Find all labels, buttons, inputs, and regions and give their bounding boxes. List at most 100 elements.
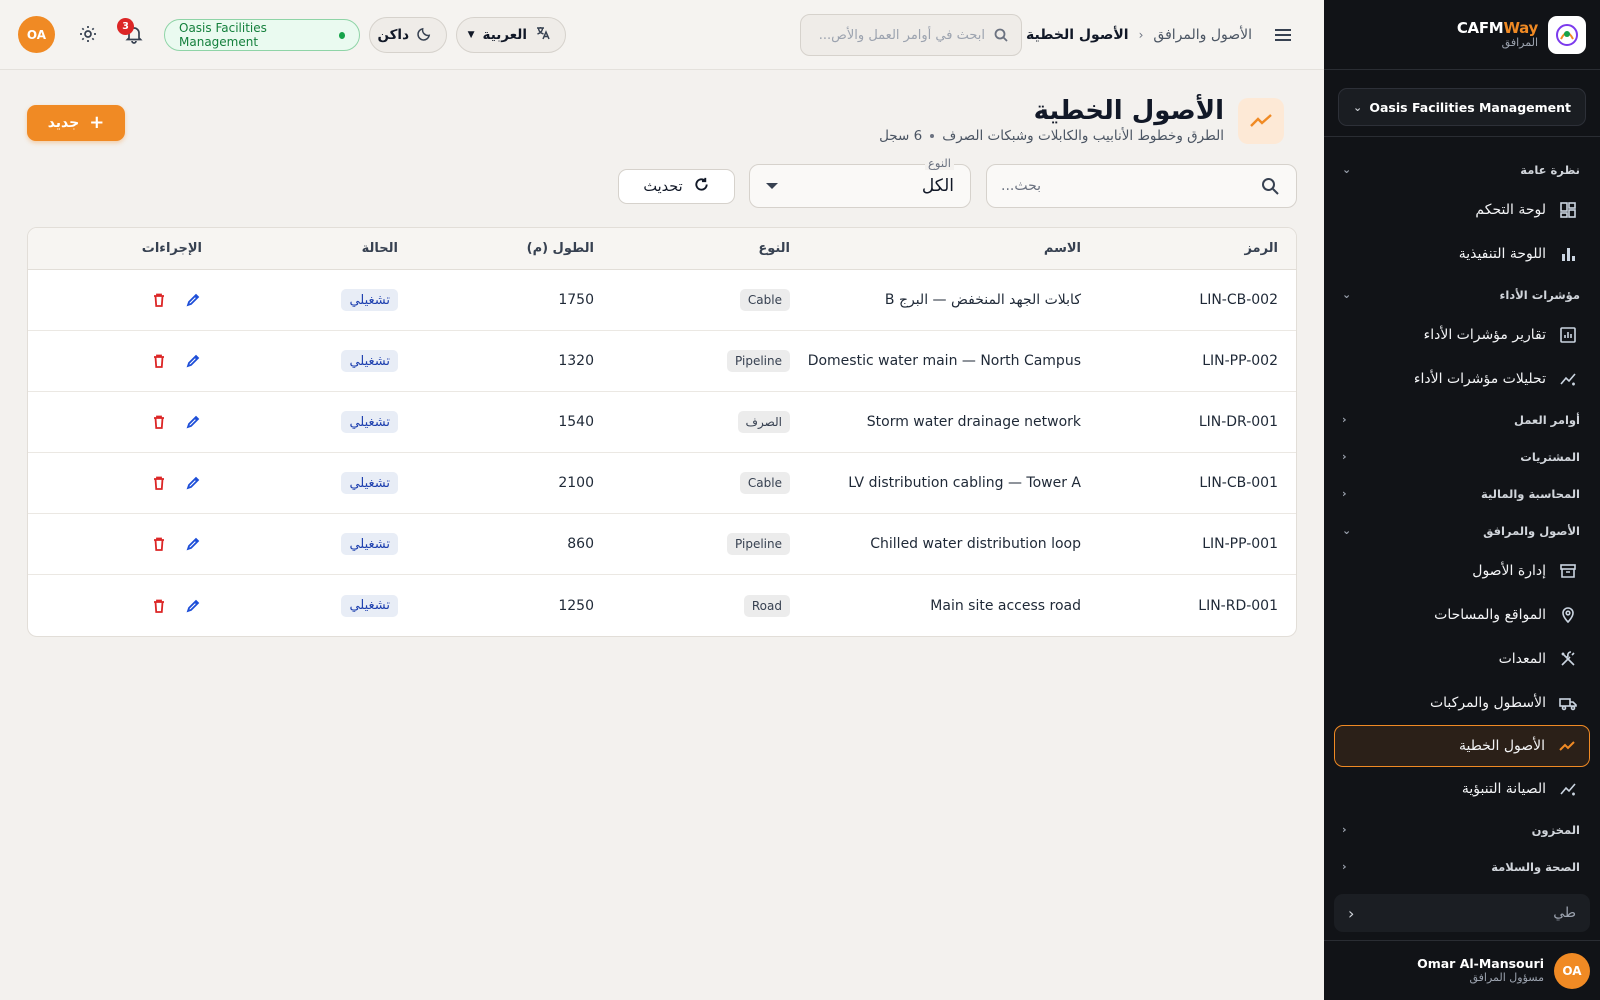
delete-icon[interactable] xyxy=(150,597,168,615)
section-inventory[interactable]: المخزون ‹ xyxy=(1324,811,1600,848)
table-body: LIN-CB-002 كابلات الجهد المنخفض — البرج … xyxy=(28,270,1296,636)
new-button[interactable]: + جديد xyxy=(27,105,125,141)
column-header-code[interactable]: الرمز xyxy=(1244,228,1278,269)
theme-toggle[interactable]: داكن xyxy=(369,17,447,53)
org-badge-label: Oasis Facilities Management xyxy=(179,21,267,49)
sidebar-item-kpi-analytics[interactable]: تحليلات مؤشرات الأداء xyxy=(1324,357,1600,401)
brand[interactable]: CAFMWay المرافق xyxy=(1324,0,1600,70)
page-subtitle: الطرق وخطوط الأنابيب والكابلات وشبكات ال… xyxy=(879,128,1224,144)
table-row[interactable]: LIN-PP-002 Domestic water main — North C… xyxy=(28,331,1296,392)
chevron-left-icon: ‹ xyxy=(1348,903,1355,923)
delete-icon[interactable] xyxy=(150,291,168,309)
edit-icon[interactable] xyxy=(184,413,202,431)
archive-icon xyxy=(1558,561,1578,581)
type-chip: Cable xyxy=(739,472,790,494)
column-header-type[interactable]: النوع xyxy=(758,228,790,269)
cell-code: LIN-PP-002 xyxy=(1202,353,1278,369)
sidebar-item-equipment[interactable]: المعدات xyxy=(1324,637,1600,681)
delete-icon[interactable] xyxy=(150,352,168,370)
translate-icon xyxy=(535,25,551,45)
column-header-status[interactable]: الحالة xyxy=(362,228,398,269)
cell-code: LIN-DR-001 xyxy=(1198,414,1278,430)
edit-icon[interactable] xyxy=(184,474,202,492)
brand-name: CAFMWay xyxy=(1456,18,1538,37)
section-procurement[interactable]: المشتريات ‹ xyxy=(1324,438,1600,475)
user-role: مسؤول المرافق xyxy=(1469,971,1544,985)
edit-icon[interactable] xyxy=(184,352,202,370)
edit-icon[interactable] xyxy=(184,597,202,615)
sidebar-collapse[interactable]: طي ‹ xyxy=(1334,894,1590,932)
avatar[interactable]: OA xyxy=(18,16,55,53)
type-chip: Pipeline xyxy=(727,533,790,555)
status-badge: تشغيلي xyxy=(341,472,398,494)
report-icon xyxy=(1558,325,1578,345)
sidebar-item-asset-management[interactable]: إدارة الأصول xyxy=(1324,549,1600,593)
chevron-down-icon: ⌄ xyxy=(1342,524,1352,537)
type-filter-value: الكل xyxy=(921,176,954,196)
section-overview[interactable]: نظرة عامة ⌄ xyxy=(1324,151,1600,188)
caret-down-icon xyxy=(766,183,778,189)
sidebar-item-locations[interactable]: المواقع والمساحات xyxy=(1324,593,1600,637)
delete-icon[interactable] xyxy=(150,535,168,553)
section-hse[interactable]: الصحة والسلامة ‹ xyxy=(1324,848,1600,885)
cell-code: LIN-RD-001 xyxy=(1198,597,1278,614)
table-row[interactable]: LIN-CB-002 كابلات الجهد المنخفض — البرج … xyxy=(28,270,1296,331)
refresh-button[interactable]: تحديث xyxy=(618,169,735,204)
breadcrumb-current: الأصول الخطية xyxy=(1026,27,1129,43)
org-selector[interactable]: Oasis Facilities Management ⌄ xyxy=(1338,88,1586,126)
sidebar-item-fleet[interactable]: الأسطول والمركبات xyxy=(1324,681,1600,725)
truck-icon xyxy=(1558,693,1578,713)
cell-actions xyxy=(150,514,202,574)
gear-icon[interactable] xyxy=(76,24,98,46)
global-search-placeholder: ابحث في أوامر العمل والأص... xyxy=(818,27,985,43)
table-row[interactable]: LIN-CB-001 LV distribution cabling — Tow… xyxy=(28,453,1296,514)
sidebar-item-label: الصيانة التنبؤية xyxy=(1461,781,1546,797)
cell-type: الصرف xyxy=(737,392,790,452)
delete-icon[interactable] xyxy=(150,413,168,431)
cell-length: 860 xyxy=(567,536,594,552)
section-kpi[interactable]: مؤشرات الأداء ⌄ xyxy=(1324,276,1600,313)
type-filter-label: النوع xyxy=(925,156,954,170)
trend-line-icon xyxy=(1557,736,1577,756)
breadcrumb-parent[interactable]: الأصول والمرافق xyxy=(1153,27,1252,43)
sidebar-item-kpi-reports[interactable]: تقارير مؤشرات الأداء xyxy=(1324,313,1600,357)
cell-type: Road xyxy=(743,575,790,636)
sidebar-item-predictive[interactable]: الصيانة التنبؤية xyxy=(1324,767,1600,811)
table-header: الرمز الاسم النوع الطول (م) الحالة الإجر… xyxy=(28,228,1296,270)
table-row[interactable]: LIN-PP-001 Chilled water distribution lo… xyxy=(28,514,1296,575)
cell-code: LIN-CB-002 xyxy=(1199,292,1278,308)
section-assets[interactable]: الأصول والمرافق ⌄ xyxy=(1324,512,1600,549)
user-profile[interactable]: OA Omar Al-Mansouri مسؤول المرافق xyxy=(1324,940,1600,1000)
sidebar-item-dashboard[interactable]: لوحة التحكم xyxy=(1324,188,1600,232)
brand-subtitle: المرافق xyxy=(1501,35,1538,49)
cell-status: تشغيلي xyxy=(341,270,398,330)
global-search-input[interactable]: ابحث في أوامر العمل والأص... xyxy=(800,14,1022,56)
language-selector[interactable]: العربية ▼ xyxy=(456,17,566,53)
cell-status: تشغيلي xyxy=(341,514,398,574)
cell-name: LV distribution cabling — Tower A xyxy=(848,475,1081,491)
table-row[interactable]: LIN-RD-001 Main site access road Road 12… xyxy=(28,575,1296,636)
table-row[interactable]: LIN-DR-001 Storm water drainage network … xyxy=(28,392,1296,453)
search-input[interactable]: بحث... xyxy=(986,164,1297,208)
cell-name: Storm water drainage network xyxy=(866,414,1081,430)
column-header-length[interactable]: الطول (م) xyxy=(527,228,594,269)
delete-icon[interactable] xyxy=(150,474,168,492)
avatar: OA xyxy=(1554,952,1590,989)
chevron-left-icon: ‹ xyxy=(1342,823,1347,836)
sidebar-item-label: تقارير مؤشرات الأداء xyxy=(1423,327,1546,343)
record-count: 6 سجل xyxy=(879,128,923,144)
section-work-orders[interactable]: أوامر العمل ‹ xyxy=(1324,401,1600,438)
column-header-actions: الإجراءات xyxy=(141,241,202,256)
edit-icon[interactable] xyxy=(184,291,202,309)
cell-length: 2100 xyxy=(558,475,594,491)
column-header-name[interactable]: الاسم xyxy=(1044,228,1081,269)
section-accounting[interactable]: المحاسبة والمالية ‹ xyxy=(1324,475,1600,512)
sidebar-item-linear-assets[interactable]: الأصول الخطية xyxy=(1334,725,1590,767)
type-filter-select[interactable]: النوع الكل xyxy=(749,156,971,208)
sidebar-item-label: المواقع والمساحات xyxy=(1434,607,1546,623)
menu-icon[interactable] xyxy=(1272,24,1294,46)
cell-type: Cable xyxy=(739,270,790,330)
sidebar-item-executive[interactable]: اللوحة التنفيذية xyxy=(1324,232,1600,276)
edit-icon[interactable] xyxy=(184,535,202,553)
org-status-badge: Oasis Facilities Management xyxy=(164,19,360,51)
